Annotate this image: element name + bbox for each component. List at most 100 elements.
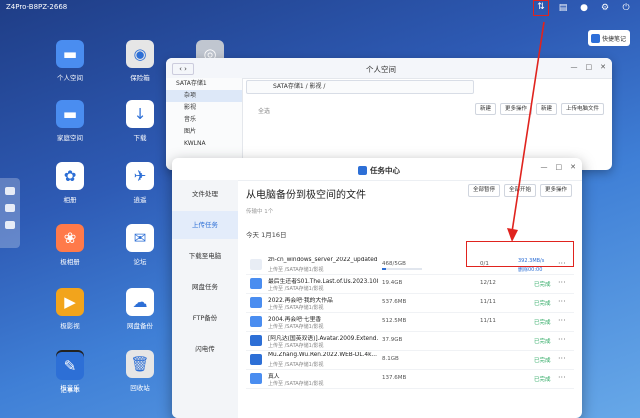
folder-icon: ▬: [56, 40, 84, 68]
desktop-icon-label: 极相册: [60, 258, 80, 266]
maximize-icon[interactable]: □: [586, 63, 593, 71]
file-count: 11/11: [480, 299, 496, 305]
sidebar-item[interactable]: 影视: [166, 102, 242, 114]
sidebar-item[interactable]: 图片: [166, 126, 242, 138]
table-row[interactable]: 最后生还者S01.The.Last.of.Us.2023.108... 上传至 /…: [246, 275, 574, 294]
more-icon[interactable]: ···: [558, 335, 566, 344]
desktop-icon-label: 记事本: [60, 386, 80, 394]
user-icon[interactable]: ●: [578, 2, 590, 14]
messages-icon[interactable]: ▤: [557, 2, 569, 14]
topbar-icons: ⇅ ▤ ● ⚙ ⏻: [533, 0, 632, 16]
file-icon: [250, 278, 262, 289]
desktop-icon[interactable]: ▬ 个人空间: [45, 40, 95, 82]
desktop-icon[interactable]: ✈ 逍遥: [115, 162, 165, 204]
file-manager-sidebar: SATA存储1 杂项 影视 音乐 图片 KWLNA: [166, 78, 243, 170]
file-count: 11/11: [480, 318, 496, 324]
power-icon[interactable]: ⏻: [620, 2, 632, 14]
desktop-icon[interactable]: ↓ 下载: [115, 100, 165, 142]
desktop-icon[interactable]: ☁ 网盘备份: [115, 288, 165, 330]
nav-item[interactable]: 闪电传: [172, 335, 238, 363]
nav-item[interactable]: FTP备份: [172, 304, 238, 332]
more-icon[interactable]: ···: [558, 297, 566, 306]
file-manager-title: 个人空间: [366, 65, 396, 74]
toolbar-button[interactable]: 上传电脑文件: [560, 103, 604, 115]
sidebar-item[interactable]: 杂项: [166, 90, 242, 102]
maximize-icon[interactable]: □: [556, 163, 563, 171]
nav-item[interactable]: 下载至电脑: [172, 242, 238, 270]
file-destination: 上传至 /SATA存储1/影视: [268, 343, 324, 349]
highlight-box: [466, 241, 574, 267]
table-row[interactable]: 2004.再会吧·七里香 上传至 /SATA存储1/影视 512.5MB 11/11 已…: [246, 313, 574, 332]
file-size: 468/5GB: [382, 261, 406, 267]
toolbar-button[interactable]: 新建: [474, 103, 496, 115]
file-name: [阿凡达(国英双语)].Avatar.2009.Extend...: [268, 336, 378, 342]
task-center-title: 任务中心: [358, 165, 400, 176]
nav-item[interactable]: 文件处理: [172, 180, 238, 208]
desktop-icon[interactable]: ▶ 极影视: [45, 288, 95, 330]
desktop-icon-label: 个人空间: [57, 74, 83, 82]
more-icon[interactable]: ···: [558, 316, 566, 325]
file-icon: [250, 297, 262, 308]
file-destination: 上传至 /SATA存储1/影视: [268, 267, 324, 273]
task-subheading: 传输中 1个: [246, 209, 274, 215]
status-label: 已完成: [534, 320, 551, 326]
nav-item[interactable]: 上传任务: [172, 211, 238, 239]
close-icon[interactable]: ✕: [600, 63, 606, 71]
desktop-icon[interactable]: ✉ 论坛: [115, 224, 165, 266]
file-icon: [250, 316, 262, 327]
forum-icon: ✉: [126, 224, 154, 252]
sidebar-item[interactable]: KWLNA: [166, 138, 242, 150]
desktop-icon[interactable]: ✿ 相册: [45, 162, 95, 204]
path-bar[interactable]: SATA存储1 / 影视 /: [246, 80, 474, 94]
sidebar-item[interactable]: 音乐: [166, 114, 242, 126]
table-row[interactable]: Mu.Zhang.Wu.Ren.2022.WEB-DL.4k... 上传至 /SA…: [246, 351, 574, 370]
more-icon[interactable]: ···: [558, 373, 566, 382]
status-label: 已完成: [534, 339, 551, 345]
desktop-icon[interactable]: ❀ 极相册: [45, 224, 95, 266]
toolbar-button[interactable]: 更多操作: [499, 103, 532, 115]
task-action-button[interactable]: 全部开始: [503, 184, 536, 197]
file-size: 137.6MB: [382, 375, 407, 381]
file-destination: 上传至 /SATA存储1/影视: [268, 324, 324, 330]
notepad-icon: ✎: [56, 352, 84, 380]
file-icon: [250, 335, 262, 346]
more-icon[interactable]: ···: [558, 278, 566, 287]
table-row[interactable]: [阿凡达(国英双语)].Avatar.2009.Extend... 上传至 /SA…: [246, 332, 574, 351]
task-list: zh-cn_windows_server_2022_updated... 上传至 …: [246, 256, 574, 389]
file-toolbar: 新建 更多操作 新建 上传电脑文件: [474, 103, 604, 115]
desktop-icon[interactable]: ◉ 保险箱: [115, 40, 165, 82]
desktop-icon-label: 下载: [133, 134, 147, 142]
photos-icon: ✿: [56, 162, 84, 190]
task-center-icon[interactable]: ⇅: [533, 0, 549, 16]
side-dock[interactable]: [0, 178, 20, 248]
desktop-icon-label: 极影视: [60, 322, 80, 330]
minimize-icon[interactable]: —: [541, 163, 548, 171]
task-action-button[interactable]: 更多操作: [539, 184, 572, 197]
desktop-icon-label: 回收站: [130, 384, 150, 392]
nav-back-button[interactable]: ‹ ›: [172, 63, 194, 75]
desktop-icon[interactable]: ▬ 家庭空间: [45, 100, 95, 142]
table-row[interactable]: 真人 上传至 /SATA存储1/影视 137.6MB 已完成 ···: [246, 370, 574, 389]
trash-icon: 🗑: [126, 350, 154, 378]
close-icon[interactable]: ✕: [570, 163, 576, 171]
task-action-button[interactable]: 全部暂停: [467, 184, 500, 197]
quick-note-button[interactable]: 快捷笔记: [588, 30, 630, 46]
settings-icon[interactable]: ⚙: [599, 2, 611, 14]
minimize-icon[interactable]: —: [571, 63, 578, 71]
nav-item[interactable]: 网盘任务: [172, 273, 238, 301]
file-size: 8.1GB: [382, 356, 399, 362]
file-size: 537.6MB: [382, 299, 407, 305]
more-icon[interactable]: ···: [558, 354, 566, 363]
desktop-icon-label: 家庭空间: [57, 134, 83, 142]
sidebar-item[interactable]: SATA存储1: [166, 78, 242, 90]
file-size: 19.4GB: [382, 280, 403, 286]
select-all-label[interactable]: 全选: [258, 106, 270, 115]
file-size: 512.5MB: [382, 318, 407, 324]
desktop-icon[interactable]: ✎ 记事本: [45, 352, 95, 394]
desktop-icon[interactable]: 🗑 回收站: [115, 350, 165, 392]
desktop-icon-label: 论坛: [133, 258, 147, 266]
table-row[interactable]: 2022.再会吧·我的大作品 上传至 /SATA存储1/影视 537.6MB 11/1…: [246, 294, 574, 313]
status-label: 已完成: [534, 301, 551, 307]
status-label: 已完成: [534, 358, 551, 364]
toolbar-button[interactable]: 新建: [535, 103, 557, 115]
